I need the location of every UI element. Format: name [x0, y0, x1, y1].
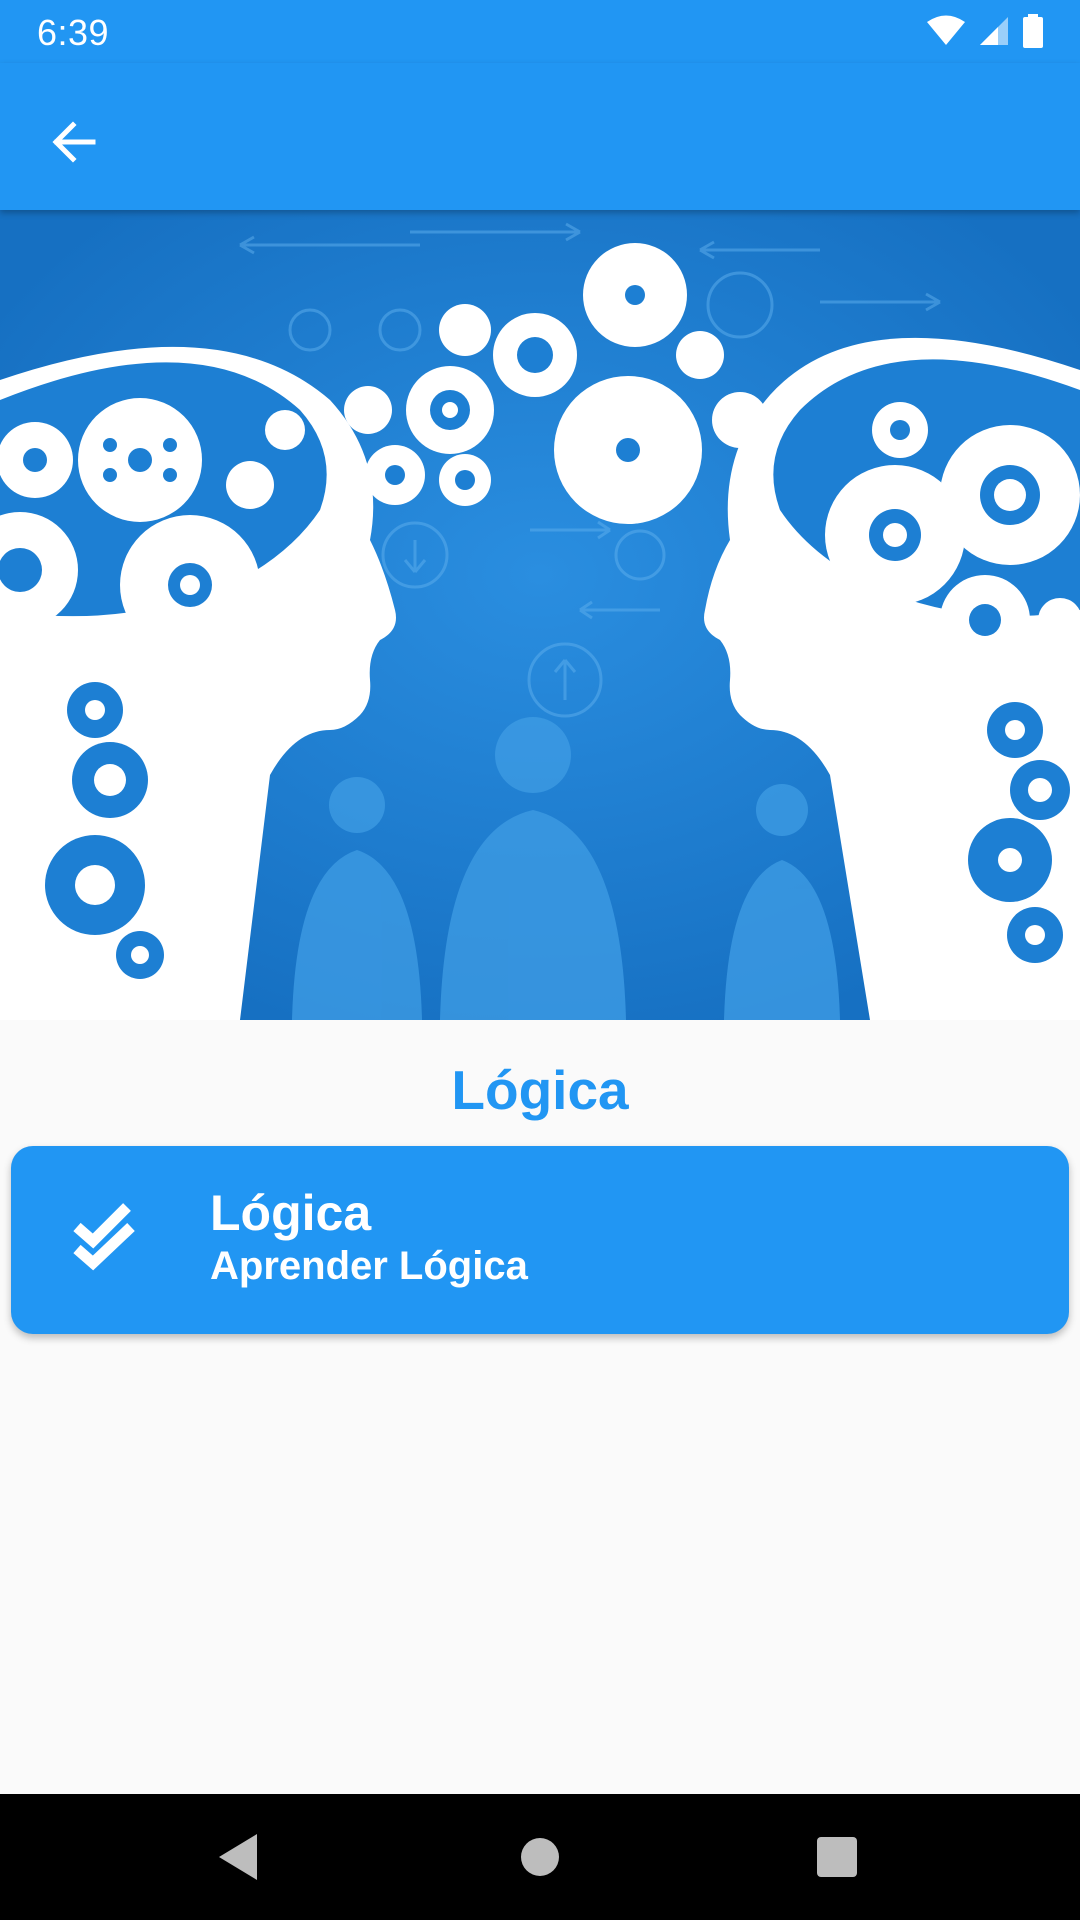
- status-icons: [926, 14, 1044, 48]
- status-time: 6:39: [37, 12, 110, 53]
- signal-icon: [980, 17, 1008, 45]
- app-bar: [0, 63, 1080, 210]
- recents-square-icon[interactable]: [804, 1824, 870, 1890]
- back-button[interactable]: [30, 99, 116, 185]
- card-subtitle: Aprender Lógica: [210, 1244, 528, 1288]
- back-triangle-icon[interactable]: [205, 1824, 271, 1890]
- system-navigation-bar: [0, 1794, 1080, 1920]
- home-circle-icon[interactable]: [507, 1824, 573, 1890]
- wifi-icon: [927, 15, 965, 45]
- course-card-logica[interactable]: Lógica Aprender Lógica: [11, 1146, 1069, 1334]
- status-bar: 6:39: [0, 0, 1080, 63]
- battery-icon: [1023, 14, 1043, 48]
- section-title: Lógica: [451, 1059, 629, 1121]
- card-title: Lógica: [210, 1185, 372, 1241]
- double-check-icon: [73, 1203, 135, 1271]
- arrow-left-icon: [52, 121, 96, 163]
- hero-image: [0, 210, 1080, 1020]
- brain-gears-illustration: [0, 210, 1080, 1020]
